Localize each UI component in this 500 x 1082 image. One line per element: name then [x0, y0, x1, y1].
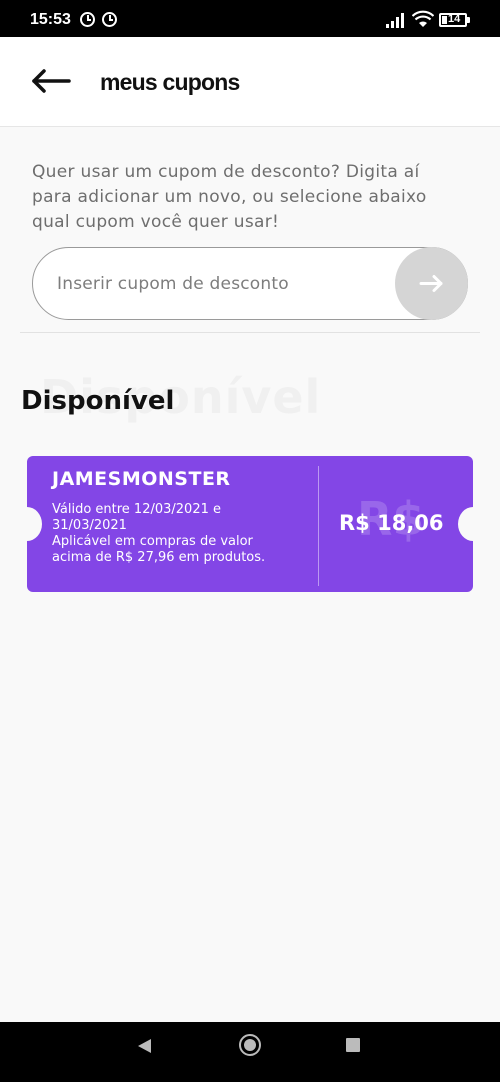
coupon-value: R$ 18,06: [339, 511, 444, 535]
coupon-condition: acima de R$ 27,96 em produtos.: [52, 550, 266, 565]
intro-text: Quer usar um cupom de desconto? Digita a…: [32, 160, 472, 235]
divider: [20, 332, 480, 333]
nav-recents-icon[interactable]: [346, 1038, 360, 1052]
coupon-validity: 31/03/2021: [52, 518, 127, 533]
coupon-separator: [318, 466, 319, 586]
arrow-right-icon: [419, 275, 443, 292]
coupon-notch: [12, 507, 42, 541]
nav-home-icon[interactable]: [239, 1034, 261, 1056]
arrow-left-icon: [32, 69, 71, 93]
battery-level: 14: [448, 13, 461, 25]
section-title: Disponível: [21, 386, 175, 416]
intro-line: para adicionar um novo, ou selecione aba…: [32, 187, 427, 207]
coupon-card[interactable]: JAMESMONSTER Válido entre 12/03/2021 e 3…: [12, 456, 488, 592]
intro-line: Quer usar um cupom de desconto? Digita a…: [32, 162, 420, 182]
coupon-validity: Válido entre 12/03/2021 e: [52, 502, 221, 517]
coupon-condition: Aplicável em compras de valor: [52, 534, 253, 549]
navigation-bar: [0, 1022, 500, 1082]
coupon-code-input[interactable]: [57, 266, 387, 302]
battery-tip: [467, 17, 470, 23]
submit-coupon-button[interactable]: [395, 247, 468, 320]
alarm-icon: [102, 12, 117, 27]
wifi-icon: [412, 10, 434, 27]
coupon-notch: [458, 507, 488, 541]
status-bar: 15:53 14: [0, 0, 500, 37]
alarm-icon: [80, 12, 95, 27]
nav-back-icon[interactable]: [137, 1038, 153, 1054]
coupon-details: Válido entre 12/03/2021 e 31/03/2021 Apl…: [52, 502, 307, 566]
back-button[interactable]: [28, 65, 72, 97]
signal-icon: [386, 12, 406, 28]
battery-icon: 14: [439, 13, 467, 27]
intro-line: qual cupom você quer usar!: [32, 212, 280, 232]
page-title: meus cupons: [100, 69, 240, 95]
header: meus cupons: [0, 37, 500, 127]
status-time: 15:53: [30, 11, 71, 28]
coupon-code: JAMESMONSTER: [52, 468, 231, 490]
